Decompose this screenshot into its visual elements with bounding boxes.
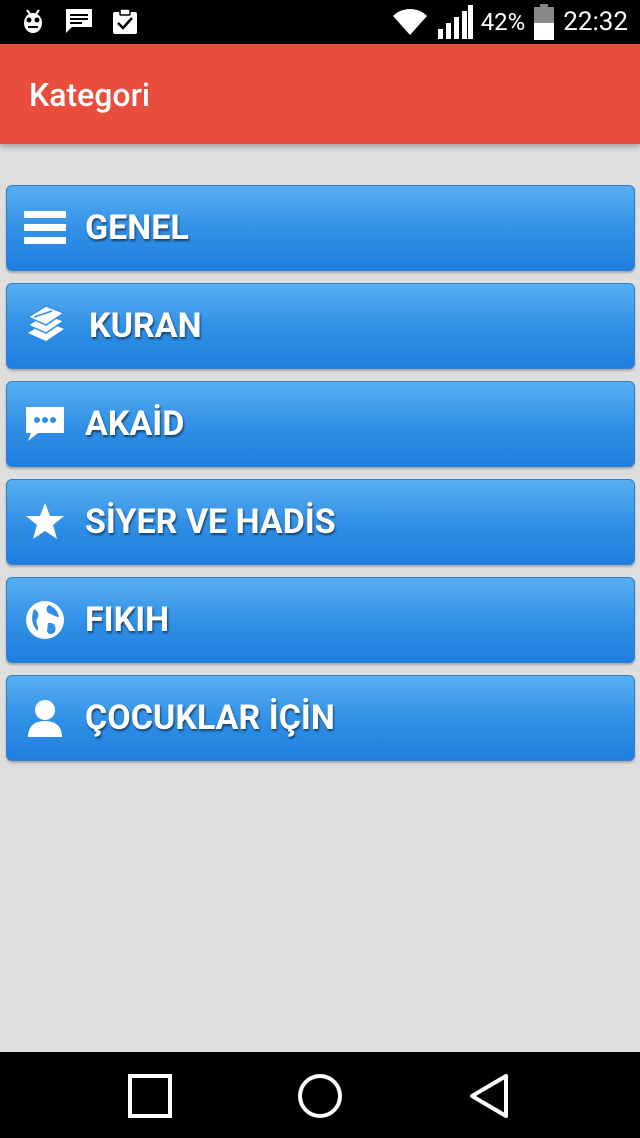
battery-icon xyxy=(534,4,555,40)
navigation-bar xyxy=(0,1052,640,1138)
page-title: Kategori xyxy=(29,76,151,114)
home-icon[interactable] xyxy=(296,1072,344,1120)
category-list: GENEL KURAN AKAİD SİYER VE HADİS FIKIH Ç… xyxy=(6,185,635,773)
category-label: FIKIH xyxy=(85,600,170,640)
signal-icon xyxy=(437,5,473,39)
chat-icon xyxy=(26,407,64,441)
category-button-siyer-ve-hadis[interactable]: SİYER VE HADİS xyxy=(6,479,635,565)
category-button-fikih[interactable]: FIKIH xyxy=(6,577,635,663)
category-label: ÇOCUKLAR İÇİN xyxy=(85,698,335,738)
category-button-genel[interactable]: GENEL xyxy=(6,185,635,271)
battery-percent: 42% xyxy=(480,8,526,36)
back-icon[interactable] xyxy=(466,1072,514,1120)
menu-icon xyxy=(24,211,66,244)
app-bar: Kategori xyxy=(0,44,640,144)
bug-icon xyxy=(24,9,42,33)
category-button-kuran[interactable]: KURAN xyxy=(6,283,635,369)
category-label: KURAN xyxy=(89,306,202,346)
status-bar: 42% 22:32 xyxy=(0,0,640,44)
clock: 22:32 xyxy=(563,7,628,37)
category-button-cocuklar-icin[interactable]: ÇOCUKLAR İÇİN xyxy=(6,675,635,761)
user-icon xyxy=(28,700,62,737)
wifi-icon xyxy=(392,8,427,35)
globe-icon xyxy=(26,601,64,639)
notification-icons xyxy=(18,6,140,36)
clipboard-check-icon xyxy=(113,8,137,34)
category-button-akaid[interactable]: AKAİD xyxy=(6,381,635,467)
category-label: GENEL xyxy=(85,208,189,248)
message-icon xyxy=(66,9,92,33)
recent-apps-icon[interactable] xyxy=(126,1072,174,1120)
book-icon xyxy=(26,305,66,341)
category-label: AKAİD xyxy=(85,404,185,444)
category-label: SİYER VE HADİS xyxy=(85,502,336,542)
system-indicators: 42% 22:32 xyxy=(391,4,628,40)
star-icon xyxy=(26,503,64,539)
